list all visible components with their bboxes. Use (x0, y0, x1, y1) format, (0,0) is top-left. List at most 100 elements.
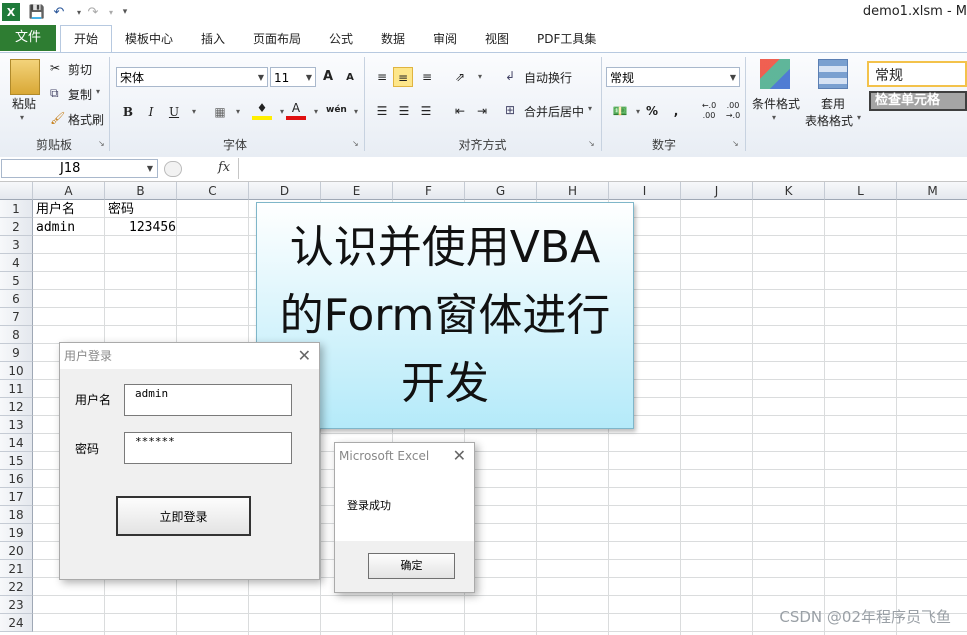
row-header-19[interactable]: 19 (0, 524, 33, 542)
alignment-launcher-icon[interactable]: ↘ (588, 139, 595, 148)
tab-page-layout[interactable]: 页面布局 (253, 28, 301, 50)
increase-decimal-button[interactable]: ←.0 .00 (698, 101, 720, 121)
cell-a1[interactable]: 用户名 (36, 201, 75, 219)
number-launcher-icon[interactable]: ↘ (732, 139, 739, 148)
underline-button[interactable]: U (164, 102, 184, 122)
decrease-indent-icon[interactable]: ⇤ (450, 101, 470, 121)
row-header-10[interactable]: 10 (0, 362, 33, 380)
font-color-button[interactable]: A (286, 100, 306, 120)
column-header-f[interactable]: F (393, 182, 465, 200)
cut-button[interactable]: 剪切 (68, 61, 92, 78)
shrink-font-button[interactable]: A (340, 68, 360, 88)
conditional-dropdown-icon[interactable]: ▾ (772, 113, 776, 122)
column-header-b[interactable]: B (105, 182, 177, 200)
row-header-9[interactable]: 9 (0, 344, 33, 362)
merge-center-button[interactable]: 合并后居中 (524, 103, 584, 120)
tab-view[interactable]: 视图 (485, 28, 509, 50)
orientation-dropdown-icon[interactable]: ▾ (470, 67, 490, 87)
row-header-7[interactable]: 7 (0, 308, 33, 326)
row-header-22[interactable]: 22 (0, 578, 33, 596)
cell-b2[interactable]: 123456 (108, 219, 176, 237)
align-left-icon[interactable]: ☰ (372, 101, 392, 121)
underline-dropdown-icon[interactable]: ▾ (184, 102, 204, 122)
row-header-4[interactable]: 4 (0, 254, 33, 272)
tab-review[interactable]: 审阅 (433, 28, 457, 50)
row-header-17[interactable]: 17 (0, 488, 33, 506)
ok-button[interactable]: 确定 (368, 553, 455, 579)
row-header-3[interactable]: 3 (0, 236, 33, 254)
column-header-l[interactable]: L (825, 182, 897, 200)
currency-icon[interactable]: 💵 (610, 101, 630, 121)
conditional-formatting-button[interactable]: 条件格式 (752, 95, 800, 112)
tab-home[interactable]: 开始 (60, 25, 112, 52)
select-all-corner[interactable] (0, 182, 33, 200)
column-header-e[interactable]: E (321, 182, 393, 200)
phonetic-button[interactable]: wén (326, 100, 347, 120)
clipboard-launcher-icon[interactable]: ↘ (98, 139, 105, 148)
style-check-cell[interactable]: 检查单元格 (869, 91, 967, 111)
percent-button[interactable]: % (642, 101, 662, 121)
row-header-20[interactable]: 20 (0, 542, 33, 560)
borders-icon[interactable]: ▦ (210, 102, 230, 122)
column-header-h[interactable]: H (537, 182, 609, 200)
comma-button[interactable]: , (666, 101, 686, 121)
password-input[interactable]: ****** (124, 432, 292, 464)
username-input[interactable]: admin (124, 384, 292, 416)
row-header-11[interactable]: 11 (0, 380, 33, 398)
tab-pdf-tools[interactable]: PDF工具集 (537, 28, 596, 50)
format-painter-button[interactable]: 格式刷 (68, 111, 104, 128)
font-launcher-icon[interactable]: ↘ (352, 139, 359, 148)
paste-icon[interactable] (10, 59, 40, 95)
orientation-icon[interactable]: ⇗ (450, 67, 470, 87)
row-header-23[interactable]: 23 (0, 596, 33, 614)
row-header-16[interactable]: 16 (0, 470, 33, 488)
column-header-j[interactable]: J (681, 182, 753, 200)
column-header-g[interactable]: G (465, 182, 537, 200)
undo-icon[interactable]: ↶ (50, 3, 68, 21)
formula-input[interactable] (238, 158, 967, 179)
save-icon[interactable]: 💾 (28, 3, 46, 21)
row-header-14[interactable]: 14 (0, 434, 33, 452)
wrap-text-button[interactable]: 自动换行 (524, 69, 572, 86)
row-header-8[interactable]: 8 (0, 326, 33, 344)
row-header-15[interactable]: 15 (0, 452, 33, 470)
tab-formulas[interactable]: 公式 (329, 28, 353, 50)
style-normal-cell[interactable]: 常规 (867, 61, 967, 87)
column-header-k[interactable]: K (753, 182, 825, 200)
fill-color-icon[interactable]: ♦ (252, 100, 272, 120)
close-icon[interactable]: ✕ (453, 443, 466, 469)
grow-font-button[interactable]: A (318, 67, 338, 87)
column-header-i[interactable]: I (609, 182, 681, 200)
bold-button[interactable]: B (118, 102, 138, 122)
align-bottom-icon[interactable]: ≡ (417, 67, 437, 87)
align-middle-icon[interactable]: ≡ (393, 67, 413, 87)
login-button[interactable]: 立即登录 (116, 496, 251, 536)
cell-a2[interactable]: admin (36, 219, 75, 237)
tab-data[interactable]: 数据 (381, 28, 405, 50)
row-header-24[interactable]: 24 (0, 614, 33, 632)
close-icon[interactable]: ✕ (298, 343, 311, 369)
row-header-5[interactable]: 5 (0, 272, 33, 290)
phonetic-dropdown-icon[interactable]: ▾ (346, 102, 366, 122)
borders-dropdown-icon[interactable]: ▾ (228, 102, 248, 122)
insert-function-icon[interactable]: fx (218, 160, 230, 175)
paste-dropdown-icon[interactable]: ▾ (20, 113, 24, 122)
paste-button[interactable]: 粘贴 (12, 95, 36, 112)
row-header-21[interactable]: 21 (0, 560, 33, 578)
column-header-d[interactable]: D (249, 182, 321, 200)
align-right-icon[interactable]: ☰ (416, 101, 436, 121)
align-top-icon[interactable]: ≡ (372, 67, 392, 87)
cell-b1[interactable]: 密码 (108, 201, 134, 219)
column-header-m[interactable]: M (897, 182, 967, 200)
font-size-combo[interactable]: 11 ▼ (270, 67, 316, 87)
row-header-12[interactable]: 12 (0, 398, 33, 416)
table-format-dropdown-icon[interactable]: ▾ (857, 113, 861, 122)
copy-dropdown-icon[interactable]: ▾ (96, 87, 100, 96)
row-header-18[interactable]: 18 (0, 506, 33, 524)
merge-dropdown-icon[interactable]: ▾ (588, 104, 592, 113)
decrease-decimal-button[interactable]: .00 →.0 (722, 101, 744, 121)
copy-button[interactable]: 复制 (68, 86, 92, 103)
tab-insert[interactable]: 插入 (201, 28, 225, 50)
font-color-dropdown-icon[interactable]: ▾ (306, 102, 326, 122)
row-header-1[interactable]: 1 (0, 200, 33, 218)
